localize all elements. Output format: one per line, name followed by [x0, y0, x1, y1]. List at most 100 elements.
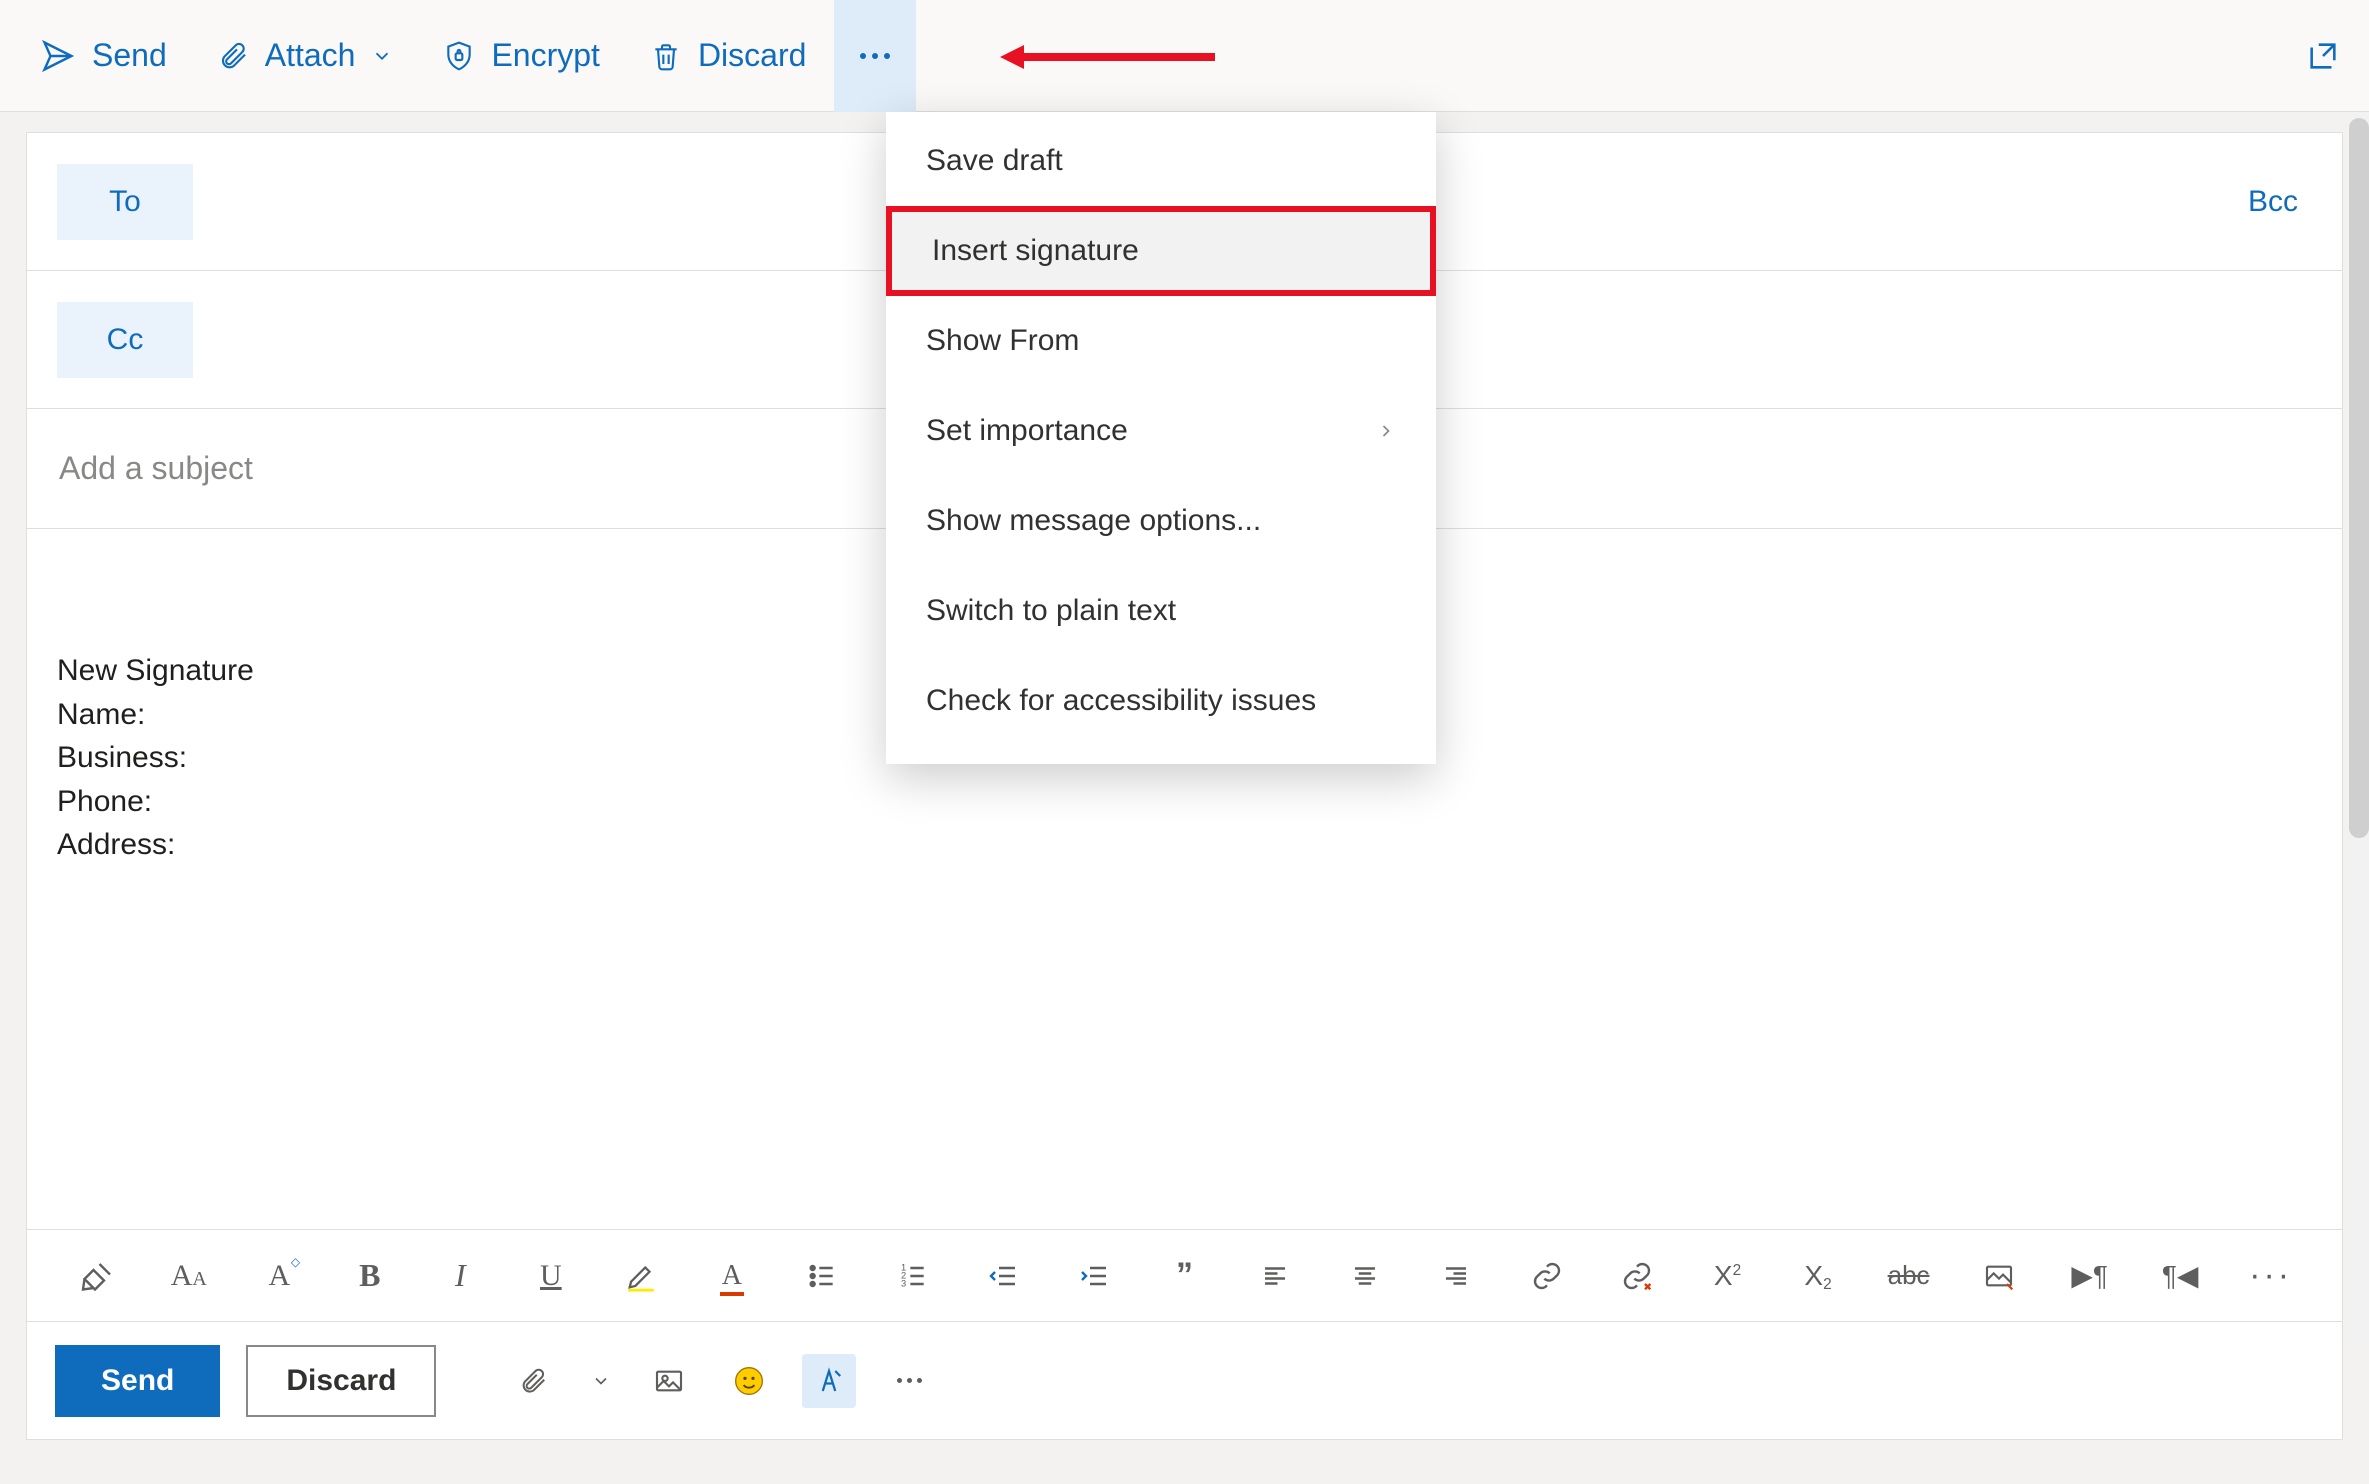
format-more-button[interactable]: ···	[2243, 1248, 2298, 1304]
font-family-button[interactable]: AA	[162, 1248, 217, 1304]
numbered-list-icon: 123	[897, 1260, 929, 1292]
quote-icon: ”	[1176, 1256, 1193, 1295]
menu-item-label: Switch to plain text	[926, 594, 1176, 628]
decrease-indent-button[interactable]	[976, 1248, 1031, 1304]
text-color-icon: A	[722, 1260, 742, 1292]
paint-roller-icon	[80, 1258, 116, 1294]
menu-item-label: Show message options...	[926, 504, 1261, 538]
align-left-button[interactable]	[1248, 1248, 1303, 1304]
menu-show-message-options[interactable]: Show message options...	[886, 476, 1436, 566]
emoji-button[interactable]	[722, 1354, 776, 1408]
menu-show-from[interactable]: Show From	[886, 296, 1436, 386]
discard-label: Discard	[286, 1364, 396, 1397]
menu-item-label: Insert signature	[932, 234, 1139, 268]
increase-indent-button[interactable]	[1067, 1248, 1122, 1304]
underline-button[interactable]: U	[524, 1248, 579, 1304]
remove-link-button[interactable]	[1610, 1248, 1665, 1304]
cc-button[interactable]: Cc	[57, 302, 193, 378]
menu-item-label: Check for accessibility issues	[926, 684, 1316, 718]
compose-toolbar: Send Attach Encrypt Discard	[0, 0, 2369, 112]
menu-insert-signature[interactable]: Insert signature	[886, 206, 1436, 296]
send-label: Send	[101, 1364, 174, 1397]
body-line: Phone:	[57, 780, 2312, 824]
toggle-format-toolbar-button[interactable]	[802, 1354, 856, 1408]
menu-switch-plain-text[interactable]: Switch to plain text	[886, 566, 1436, 656]
bcc-toggle[interactable]: Bcc	[2234, 185, 2312, 219]
numbering-button[interactable]: 123	[886, 1248, 941, 1304]
highlight-button[interactable]	[614, 1248, 669, 1304]
picture-placeholder-icon	[1983, 1260, 2015, 1292]
paperclip-icon	[217, 40, 249, 72]
strikethrough-button[interactable]: abc	[1881, 1248, 1936, 1304]
align-right-button[interactable]	[1429, 1248, 1484, 1304]
bottom-more-button[interactable]	[882, 1354, 936, 1408]
more-actions-menu: Save draft Insert signature Show From Se…	[886, 112, 1436, 764]
subscript-button[interactable]: X2	[1791, 1248, 1846, 1304]
discard-button[interactable]: Discard	[628, 19, 828, 93]
menu-set-importance[interactable]: Set importance	[886, 386, 1436, 476]
align-left-icon	[1260, 1261, 1290, 1291]
format-painter-button[interactable]	[71, 1248, 126, 1304]
menu-save-draft[interactable]: Save draft	[886, 116, 1436, 206]
callout-arrow-annotation	[1000, 42, 1220, 72]
superscript-icon: X2	[1714, 1260, 1741, 1292]
cc-label: Cc	[107, 323, 144, 357]
scrollbar[interactable]	[2349, 112, 2369, 1342]
smiley-icon	[733, 1365, 765, 1397]
quote-button[interactable]: ”	[1157, 1248, 1212, 1304]
bcc-label: Bcc	[2248, 185, 2298, 218]
chevron-right-icon	[1376, 421, 1396, 441]
ellipsis-icon: ···	[2249, 1256, 2292, 1295]
superscript-button[interactable]: X2	[1700, 1248, 1755, 1304]
menu-check-accessibility[interactable]: Check for accessibility issues	[886, 656, 1436, 746]
insert-picture-inline-button[interactable]	[1972, 1248, 2027, 1304]
ltr-button[interactable]: ▶¶	[2062, 1248, 2117, 1304]
ltr-icon: ▶¶	[2071, 1259, 2108, 1292]
font-icon: AA	[171, 1259, 207, 1293]
strikethrough-icon: abc	[1888, 1260, 1930, 1291]
indent-icon	[1078, 1260, 1110, 1292]
bottom-discard-button[interactable]: Discard	[246, 1345, 436, 1417]
italic-icon: I	[455, 1257, 466, 1294]
bullets-button[interactable]	[795, 1248, 850, 1304]
paperclip-icon	[518, 1366, 548, 1396]
encrypt-button-label: Encrypt	[491, 37, 599, 74]
rtl-icon: ¶◀	[2162, 1259, 2199, 1292]
shield-lock-icon	[443, 40, 475, 72]
insert-picture-button[interactable]	[642, 1354, 696, 1408]
send-icon	[40, 38, 76, 74]
bottom-send-button[interactable]: Send	[55, 1345, 220, 1417]
font-size-icon: A◇	[268, 1259, 290, 1293]
picture-icon	[653, 1365, 685, 1397]
link-icon	[1531, 1260, 1563, 1292]
send-button-label: Send	[92, 37, 167, 74]
bold-icon: B	[359, 1257, 380, 1294]
text-format-icon	[814, 1366, 844, 1396]
bulleted-list-icon	[806, 1260, 838, 1292]
popout-window-button[interactable]	[2295, 28, 2351, 84]
unlink-icon	[1621, 1260, 1653, 1292]
bold-button[interactable]: B	[343, 1248, 398, 1304]
to-button[interactable]: To	[57, 164, 193, 240]
send-button[interactable]: Send	[18, 19, 189, 93]
insert-link-button[interactable]	[1519, 1248, 1574, 1304]
bottom-action-bar: Send Discard	[27, 1321, 2342, 1439]
encrypt-button[interactable]: Encrypt	[421, 19, 621, 93]
bottom-attach-button[interactable]	[506, 1354, 560, 1408]
ellipsis-icon	[860, 53, 890, 59]
bottom-attach-chevron[interactable]	[586, 1354, 616, 1408]
to-label: To	[109, 185, 141, 219]
font-size-button[interactable]: A◇	[252, 1248, 307, 1304]
scrollbar-thumb[interactable]	[2349, 118, 2369, 838]
italic-button[interactable]: I	[433, 1248, 488, 1304]
discard-button-label: Discard	[698, 37, 806, 74]
more-actions-button[interactable]	[834, 0, 916, 112]
font-color-button[interactable]: A	[705, 1248, 760, 1304]
align-center-button[interactable]	[1338, 1248, 1393, 1304]
popout-icon	[2306, 39, 2340, 73]
rtl-button[interactable]: ¶◀	[2153, 1248, 2208, 1304]
body-line: Address:	[57, 823, 2312, 867]
attach-button[interactable]: Attach	[195, 19, 416, 93]
chevron-down-icon	[591, 1371, 611, 1391]
align-center-icon	[1350, 1261, 1380, 1291]
